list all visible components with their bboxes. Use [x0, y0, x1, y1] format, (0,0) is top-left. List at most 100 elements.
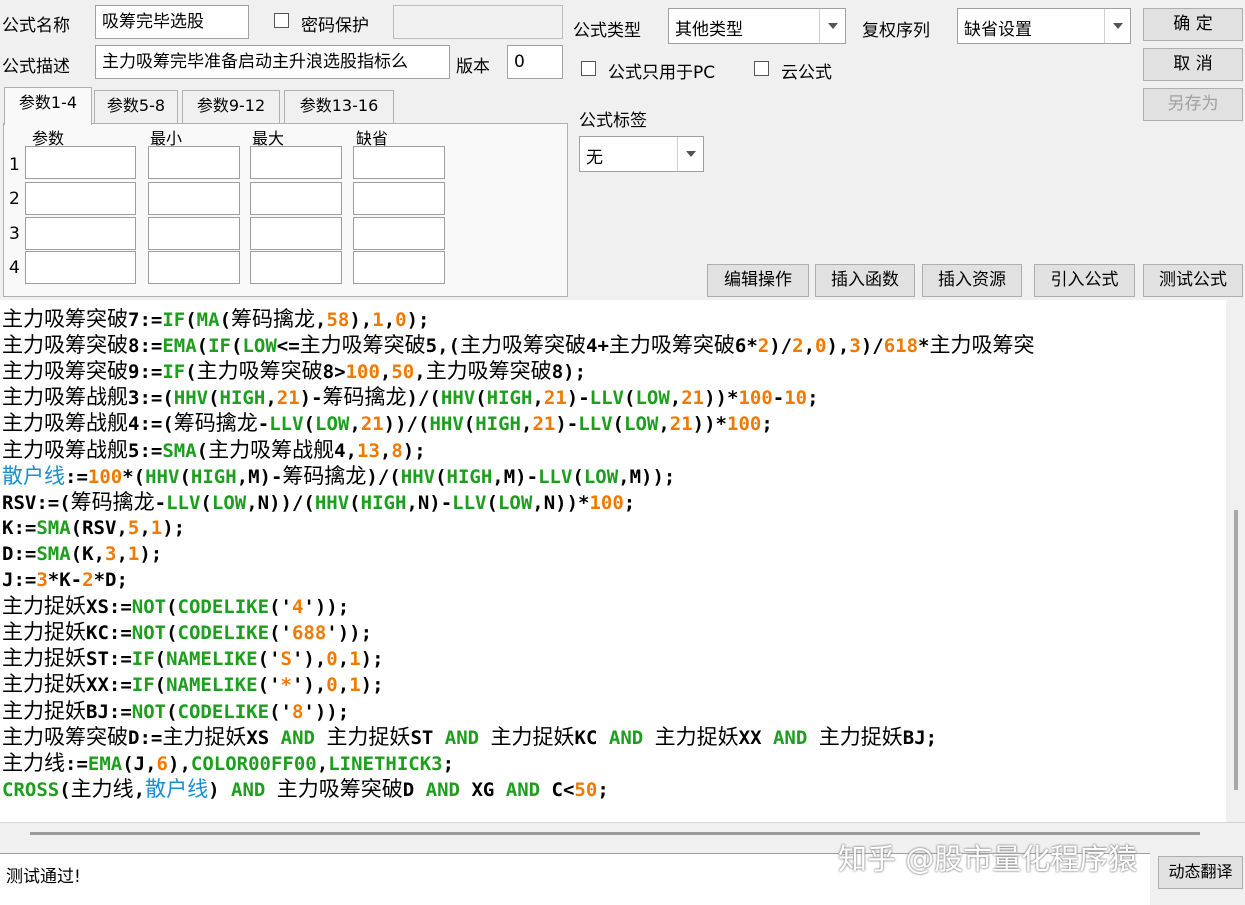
code-token: 4 — [291, 596, 304, 619]
insert-resource-button[interactable]: 插入资源 — [922, 264, 1022, 297]
code-token: ,N)- — [406, 491, 453, 514]
code-editor[interactable]: 主力吸筹突破7:=IF(MA(筹码擒龙,58),1,0); 主力吸筹突破8:=EM… — [0, 300, 1226, 822]
code-token: ))* — [692, 413, 727, 436]
param-cell-input[interactable] — [25, 182, 136, 215]
code-token: AND — [505, 778, 541, 801]
param-cell-input[interactable] — [353, 251, 445, 284]
code-token: ( — [166, 700, 178, 723]
code-token: 3 — [104, 542, 117, 565]
code-token: ); — [402, 439, 426, 462]
code-token: , — [349, 413, 361, 436]
tab-params-13-16[interactable]: 参数13-16 — [284, 90, 394, 123]
code-token: ; — [442, 752, 455, 775]
code-token: LLV — [578, 413, 613, 436]
chevron-down-icon[interactable] — [1104, 9, 1130, 43]
code-token: ( — [196, 439, 209, 462]
code-token: 筹码擒龙 — [322, 385, 407, 410]
dynamic-translate-button[interactable]: 动态翻译 — [1158, 856, 1243, 889]
formula-desc-input[interactable]: 主力吸筹完毕准备启动主升浪选股指标么 — [95, 45, 450, 79]
param-cell-input[interactable] — [25, 146, 136, 179]
version-input[interactable]: 0 — [507, 45, 563, 79]
code-token: 主力捉妖 — [162, 724, 247, 749]
param-cell-input[interactable] — [148, 146, 240, 179]
code-token: XG — [460, 778, 506, 801]
code-token: )- — [299, 387, 323, 410]
code-token: ( — [208, 387, 220, 410]
code-token: ( — [435, 465, 447, 488]
save-as-button[interactable]: 另存为 — [1143, 88, 1243, 121]
param-cell-input[interactable] — [250, 182, 342, 215]
code-token: )/ — [769, 335, 793, 358]
code-token: 5 — [127, 516, 140, 539]
code-line: K:=SMA(RSV,5,1); — [2, 515, 185, 541]
code-token: 主力吸筹战舰 — [2, 437, 128, 462]
code-token: RSV:=( — [2, 491, 71, 514]
code-token: ( — [303, 413, 315, 436]
tab-params-9-12[interactable]: 参数9-12 — [182, 90, 280, 123]
tab-params-1-4[interactable]: 参数1-4 — [4, 87, 92, 125]
param-cell-input[interactable] — [148, 182, 240, 215]
code-token: NOT — [131, 596, 167, 619]
param-cell-input[interactable] — [353, 182, 445, 215]
param-cell-input[interactable] — [353, 146, 445, 179]
code-token: HIGH — [486, 387, 533, 410]
formula-name-input[interactable]: 吸筹完毕选股 — [95, 5, 249, 39]
code-token: )- — [555, 413, 579, 436]
cloud-checkbox[interactable] — [754, 61, 769, 76]
code-token: 21 — [681, 387, 705, 410]
rights-select[interactable]: 缺省设置 — [957, 8, 1131, 44]
param-cell-input[interactable] — [25, 217, 136, 250]
code-token: , — [315, 309, 327, 331]
param-cell-input[interactable] — [250, 251, 342, 284]
code-token: ,M)- — [492, 465, 539, 488]
code-token: 筹码擒龙 — [70, 489, 155, 514]
code-token: ( — [572, 465, 584, 488]
param-cell-input[interactable] — [250, 217, 342, 250]
ok-button[interactable]: 确 定 — [1143, 8, 1243, 41]
horizontal-scroll-thumb[interactable] — [30, 832, 1200, 835]
code-token: 21 — [276, 387, 300, 410]
code-line: 主力吸筹突破9:=IF(主力吸筹突破8>100,50,主力吸筹突破8); — [2, 358, 586, 385]
pc-only-checkbox[interactable] — [581, 61, 596, 76]
formula-tag-label: 公式标签 — [579, 111, 647, 131]
test-formula-button[interactable]: 测试公式 — [1143, 264, 1243, 297]
param-cell-input[interactable] — [250, 146, 342, 179]
chevron-down-icon[interactable] — [819, 9, 845, 43]
code-token: MA — [196, 309, 220, 331]
code-token: 主力吸筹突破 — [2, 307, 128, 331]
code-line: RSV:=(筹码擒龙-LLV(LOW,N))/(HHV(HIGH,N)-LLV(… — [2, 489, 635, 516]
code-token: LOW — [635, 387, 670, 410]
code-token: IF — [131, 648, 155, 671]
code-token: 1 — [372, 309, 384, 331]
code-token: (J, — [122, 752, 157, 775]
tab-params-5-8[interactable]: 参数5-8 — [94, 90, 178, 123]
code-token: 0 — [815, 335, 827, 358]
password-label: 密码保护 — [301, 16, 369, 36]
code-token: EMA — [87, 752, 123, 775]
code-token: COLOR00FF00 — [190, 752, 317, 775]
chevron-down-icon[interactable] — [677, 137, 703, 171]
param-cell-input[interactable] — [353, 217, 445, 250]
code-token: 50 — [574, 778, 598, 801]
password-checkbox[interactable] — [274, 13, 289, 28]
formula-tag-select[interactable]: 无 — [579, 136, 704, 172]
code-token: , — [658, 413, 670, 436]
param-cell-input[interactable] — [25, 251, 136, 284]
code-token: J:= — [2, 569, 37, 591]
code-token: ,N))/( — [246, 491, 315, 514]
param-cell-input[interactable] — [148, 217, 240, 250]
param-cell-input[interactable] — [148, 251, 240, 284]
cancel-button[interactable]: 取 消 — [1143, 48, 1243, 81]
edit-ops-button[interactable]: 编辑操作 — [707, 264, 809, 297]
code-token: HHV — [314, 491, 350, 514]
code-token: , — [265, 387, 277, 410]
import-formula-button[interactable]: 引入公式 — [1034, 264, 1135, 297]
formula-type-select[interactable]: 其他类型 — [668, 8, 846, 44]
code-token: 0 — [395, 309, 407, 331]
code-token: ); — [360, 648, 384, 671]
vertical-scroll-thumb[interactable] — [1234, 510, 1238, 790]
insert-function-button[interactable]: 插入函数 — [815, 264, 915, 297]
password-input[interactable] — [393, 5, 563, 39]
code-token: 7:= — [128, 309, 163, 331]
